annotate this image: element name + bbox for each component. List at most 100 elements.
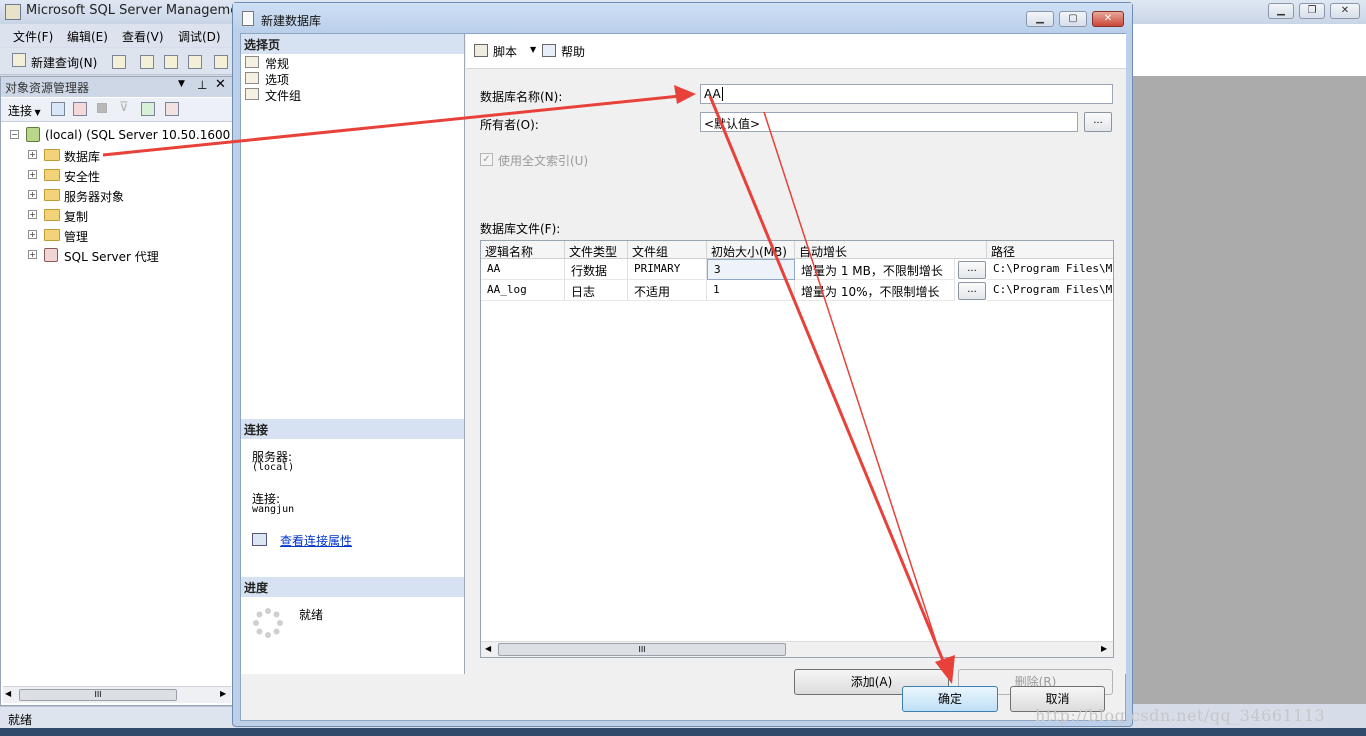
- col-header-autogrowth[interactable]: 自动增长: [795, 241, 987, 259]
- scroll-right-icon[interactable]: ▶: [1101, 644, 1107, 653]
- object-explorer-hscrollbar[interactable]: ◀ III ▶: [3, 686, 231, 703]
- dmx-query-icon[interactable]: [164, 55, 178, 69]
- fulltext-checkbox[interactable]: ✓: [480, 153, 493, 166]
- grid-hscrollbar[interactable]: ◀ III ▶: [481, 641, 1113, 657]
- dialog-title-bar: 新建数据库 ▁ ▢ ✕: [233, 3, 1132, 33]
- tree-node-databases[interactable]: + 数据库: [1, 145, 233, 165]
- cell-autogrowth[interactable]: 增量为 1 MB，不限制增长: [795, 259, 955, 280]
- col-header-logical-name[interactable]: 逻辑名称: [481, 241, 565, 259]
- dialog-maximize-button[interactable]: ▢: [1059, 11, 1087, 27]
- taskbar: [0, 728, 1366, 736]
- main-toolbar: 新建查询(N): [0, 48, 236, 75]
- tree-node-sql-agent[interactable]: + SQL Server 代理: [1, 245, 233, 265]
- general-page-content: 数据库名称(N): AA 所有者(O): <默认值> ... ✓ 使用全文索引(…: [466, 70, 1126, 695]
- tree-node-server-objects[interactable]: + 服务器对象: [1, 185, 233, 205]
- ok-button[interactable]: 确定: [902, 686, 998, 712]
- cell-logical-name[interactable]: AA_log: [481, 280, 565, 301]
- menu-edit[interactable]: 编辑(E): [67, 28, 108, 45]
- close-icon: ✕: [1340, 5, 1350, 16]
- db-name-input[interactable]: AA: [700, 84, 1113, 104]
- tree-node-management[interactable]: + 管理: [1, 225, 233, 245]
- grid-scroll-thumb[interactable]: III: [498, 643, 786, 656]
- col-header-initial-size[interactable]: 初始大小(MB): [707, 241, 795, 259]
- expand-icon[interactable]: +: [28, 230, 37, 239]
- open-file-icon[interactable]: [112, 55, 126, 69]
- dialog-toolbar: 脚本 ▼ 帮助: [466, 34, 1126, 69]
- autogrowth-edit-button[interactable]: ...: [958, 282, 986, 300]
- db-name-label: 数据库名称(N):: [480, 90, 563, 104]
- server-node-label: (local) (SQL Server 10.50.1600 -: [45, 128, 239, 142]
- cell-path[interactable]: C:\Program Files\Mic: [987, 259, 1113, 280]
- mdx-query-icon[interactable]: [140, 55, 154, 69]
- panel-close-icon[interactable]: ✕: [215, 77, 226, 92]
- restore-icon: ❐: [1307, 5, 1317, 16]
- progress-spinner-icon: [253, 608, 283, 638]
- server-node[interactable]: − (local) (SQL Server 10.50.1600 -: [1, 125, 238, 145]
- owner-value: <默认值>: [704, 117, 761, 131]
- page-general-icon: [245, 56, 259, 68]
- xmla-query-icon[interactable]: [188, 55, 202, 69]
- cell-initial-size[interactable]: 1: [707, 280, 795, 301]
- tree-node-label: 管理: [64, 230, 89, 244]
- cell-path[interactable]: C:\Program Files\Mic: [987, 280, 1113, 301]
- disconnect-icon[interactable]: [73, 102, 87, 116]
- cell-file-type[interactable]: 日志: [565, 280, 628, 301]
- minimize-icon: ▁: [1036, 13, 1044, 24]
- grid-scroll-thumb-grip: III: [638, 645, 646, 654]
- cell-filegroup[interactable]: PRIMARY: [628, 259, 707, 280]
- col-header-path[interactable]: 路径: [987, 241, 1113, 259]
- scroll-left-icon[interactable]: ◀: [485, 644, 491, 653]
- scroll-thumb[interactable]: III: [19, 689, 177, 701]
- cell-filegroup[interactable]: 不适用: [628, 280, 707, 301]
- connection-value: wangjun: [252, 504, 295, 515]
- server-icon: [26, 127, 40, 142]
- tree-node-label: 安全性: [64, 170, 101, 184]
- col-header-filegroup[interactable]: 文件组: [628, 241, 707, 259]
- menu-view[interactable]: 查看(V): [122, 28, 164, 45]
- tree-node-label: 复制: [64, 210, 89, 224]
- menu-file[interactable]: 文件(F): [13, 28, 53, 45]
- text-caret: [721, 87, 723, 101]
- col-header-file-type[interactable]: 文件类型: [565, 241, 628, 259]
- scroll-right-icon[interactable]: ▶: [220, 689, 226, 698]
- collapse-icon[interactable]: −: [10, 130, 19, 139]
- maximize-button[interactable]: ❐: [1299, 3, 1325, 19]
- folder-icon: [44, 189, 60, 201]
- tree-node-replication[interactable]: + 复制: [1, 205, 233, 225]
- cell-file-type[interactable]: 行数据: [565, 259, 628, 280]
- tree-node-security[interactable]: + 安全性: [1, 165, 233, 185]
- cell-autogrowth[interactable]: 增量为 10%，不限制增长: [795, 280, 955, 301]
- save-icon[interactable]: [214, 55, 228, 69]
- pin-icon[interactable]: ⊥: [197, 78, 207, 92]
- close-button[interactable]: ✕: [1330, 3, 1360, 19]
- expand-icon[interactable]: +: [28, 170, 37, 179]
- expand-icon[interactable]: +: [28, 210, 37, 219]
- dialog-close-button[interactable]: ✕: [1092, 11, 1124, 27]
- dropdown-arrow-icon[interactable]: ▼: [178, 79, 185, 89]
- view-connection-properties-link[interactable]: 查看连接属性: [280, 532, 352, 549]
- script-dropdown-icon[interactable]: ▼: [530, 45, 536, 54]
- owner-browse-button[interactable]: ...: [1084, 112, 1112, 132]
- activity-monitor-icon[interactable]: [165, 102, 179, 116]
- scroll-left-icon[interactable]: ◀: [5, 689, 11, 698]
- folder-icon: [44, 149, 60, 161]
- owner-input[interactable]: <默认值>: [700, 112, 1078, 132]
- script-label: 脚本: [493, 45, 518, 59]
- expand-icon[interactable]: +: [28, 150, 37, 159]
- connect-dropdown[interactable]: 连接 ▼: [8, 102, 41, 119]
- cell-logical-name[interactable]: AA: [481, 259, 565, 280]
- expand-icon[interactable]: +: [28, 190, 37, 199]
- cell-initial-size[interactable]: 3: [707, 259, 795, 280]
- autogrowth-edit-button[interactable]: ...: [958, 261, 986, 279]
- dialog-minimize-button[interactable]: ▁: [1026, 11, 1054, 27]
- minimize-button[interactable]: ▁: [1268, 3, 1294, 19]
- menu-debug[interactable]: 调试(D): [178, 28, 221, 45]
- tree-node-label: SQL Server 代理: [64, 250, 159, 264]
- page-item-label: 选项: [265, 73, 290, 87]
- connect-icon[interactable]: [51, 102, 65, 116]
- expand-icon[interactable]: +: [28, 250, 37, 259]
- folder-icon: [44, 209, 60, 221]
- minimize-icon: ▁: [1277, 5, 1285, 16]
- db-files-label: 数据库文件(F):: [480, 222, 561, 236]
- refresh-icon[interactable]: [141, 102, 155, 116]
